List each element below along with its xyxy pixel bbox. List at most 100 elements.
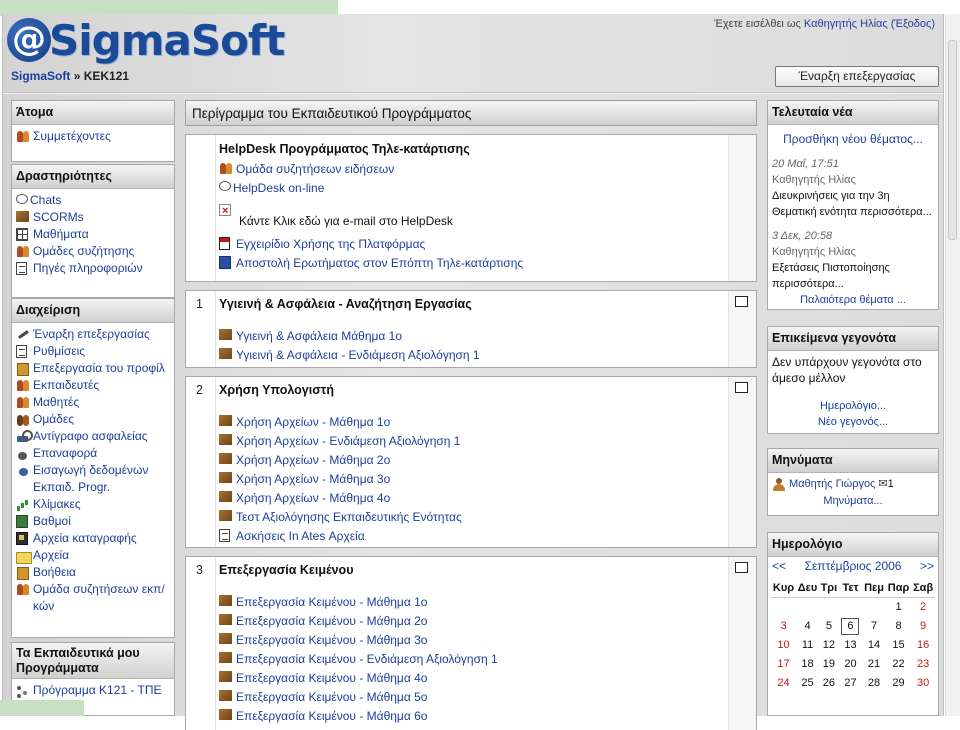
admin-teachers-link[interactable]: Εκπαιδευτές: [16, 377, 170, 394]
news-post-link[interactable]: Διευκρινήσεις για την 3η Θεματική ενότητ…: [772, 188, 934, 220]
activity-lessons-link[interactable]: Μαθήματα: [16, 226, 170, 243]
admin-scales-link[interactable]: Κλίμακες: [16, 496, 170, 513]
calendar-day[interactable]: 28: [862, 674, 886, 693]
news-date: 20 Μαΐ, 17:51: [772, 156, 934, 172]
participants-link[interactable]: Συμμετέχοντες: [16, 128, 170, 145]
calendar-link[interactable]: Ημερολόγιο...: [772, 398, 934, 414]
admin-logs-link[interactable]: Αρχεία καταγραφής: [16, 530, 170, 547]
activity-link[interactable]: Επεξεργασία Κειμένου - Μάθημα 1ο: [219, 593, 726, 612]
activity-chats-link[interactable]: Chats: [16, 192, 170, 209]
admin-backup-link[interactable]: Αντίγραφο ασφαλείας: [16, 428, 170, 445]
news-date-text: 20 Μαΐ, 17:51: [772, 158, 839, 170]
admin-settings-link[interactable]: Ρυθμίσεις: [16, 343, 170, 360]
calendar-day[interactable]: 21: [862, 655, 886, 674]
calendar-prev-month[interactable]: <<: [772, 559, 786, 573]
calendar-day[interactable]: 3: [771, 617, 796, 636]
calendar-weekday: Δευ: [796, 579, 820, 598]
calendar-day[interactable]: 22: [886, 655, 911, 674]
helpdesk-chat-link[interactable]: HelpDesk on-line: [219, 179, 726, 198]
admin-import-link[interactable]: Εισαγωγή δεδομένων Εκπαιδ. Progr.: [16, 462, 170, 496]
activity-scorms-link[interactable]: SCORMs: [16, 209, 170, 226]
site-logo[interactable]: @ SigmaSoft: [7, 16, 285, 65]
calendar-day[interactable]: 17: [771, 655, 796, 674]
calendar-day[interactable]: 8: [886, 617, 911, 636]
admin-label: Μαθητές: [33, 395, 80, 409]
admin-grades-link[interactable]: Βαθμοί: [16, 513, 170, 530]
breadcrumb-home-link[interactable]: SigmaSoft: [11, 69, 70, 83]
activity-link[interactable]: Επεξεργασία Κειμένου - Μάθημα 3ο: [219, 631, 726, 650]
turn-editing-on-button[interactable]: Έναρξη επεξεργασίας: [775, 66, 939, 87]
calendar-day[interactable]: 16: [911, 636, 935, 655]
activity-link[interactable]: Υγιεινή & Ασφάλεια Μάθημα 1ο: [219, 327, 726, 346]
activity-resources-link[interactable]: Πηγές πληροφοριών: [16, 260, 170, 277]
calendar-day[interactable]: 10: [771, 636, 796, 655]
activity-link[interactable]: Χρήση Αρχείων - Μάθημα 3ο: [219, 470, 726, 489]
calendar-day[interactable]: 2: [911, 598, 935, 617]
backup-icon: [16, 430, 33, 443]
admin-groups-link[interactable]: Ομάδες: [16, 411, 170, 428]
activity-link[interactable]: Υγιεινή & Ασφάλεια - Ενδιάμεση Αξιολόγησ…: [219, 346, 726, 365]
calendar-day[interactable]: 25: [796, 674, 819, 693]
calendar-day[interactable]: 19: [819, 655, 839, 674]
news-post-link[interactable]: Εξετάσεις Πιστοποίησης περισσότερα...: [772, 260, 934, 292]
section-checkbox[interactable]: [735, 382, 748, 393]
course-k121-link[interactable]: Πρόγραμμα Κ121 - ΤΠΕ: [16, 682, 170, 699]
calendar-day[interactable]: 11: [796, 636, 819, 655]
calendar-day[interactable]: 4: [796, 617, 819, 636]
activity-forums-link[interactable]: Ομάδες συζήτησης: [16, 243, 170, 260]
activity-link[interactable]: Επεξεργασία Κειμένου - Μάθημα 4ο: [219, 669, 726, 688]
section-checkbox[interactable]: [735, 296, 748, 307]
add-new-topic-link[interactable]: Προσθήκη νέου θέματος...: [772, 130, 934, 148]
calendar-day[interactable]: 1: [886, 598, 911, 617]
new-event-link[interactable]: Νέο γεγονός...: [772, 414, 934, 430]
calendar-day[interactable]: 6: [839, 617, 863, 636]
calendar-day[interactable]: 12: [819, 636, 839, 655]
admin-help-link[interactable]: Βοήθεια: [16, 564, 170, 581]
activities-block-title: Δραστηριότητες: [12, 165, 174, 189]
section-checkbox[interactable]: [735, 562, 748, 573]
login-user-link[interactable]: Καθηγητής Ηλίας: [804, 18, 888, 30]
admin-teacher-forum-link[interactable]: Ομάδα συζητήσεων εκπ/κών: [16, 581, 170, 615]
admin-restore-link[interactable]: Επαναφορά: [16, 445, 170, 462]
platform-manual-link[interactable]: Εγχειρίδιο Χρήσης της Πλατφόρμας: [219, 235, 726, 254]
activity-link[interactable]: Επεξεργασία Κειμένου - Μάθημα 5ο: [219, 688, 726, 707]
calendar-day[interactable]: 27: [839, 674, 863, 693]
admin-edit-link[interactable]: Έναρξη επεξεργασίας: [16, 326, 170, 343]
section-item-label: Χρήση Αρχείων - Μάθημα 3ο: [236, 472, 391, 486]
message-sender-link[interactable]: Μαθητής Γιώργος ✉ 1: [772, 476, 934, 493]
ask-supervisor-link[interactable]: Αποστολή Ερωτήματος στον Επόπτη Τηλε-κατ…: [219, 254, 726, 273]
calendar-next-month[interactable]: >>: [920, 559, 934, 573]
calendar-day[interactable]: 30: [911, 674, 935, 693]
admin-students-link[interactable]: Μαθητές: [16, 394, 170, 411]
helpdesk-email-link[interactable]: Κάντε Κλικ εδώ για e-mail στο HelpDesk: [219, 202, 726, 231]
messages-link[interactable]: Μηνύματα...: [772, 493, 934, 509]
activity-link[interactable]: Χρήση Αρχείων - Μάθημα 2ο: [219, 451, 726, 470]
calendar-day[interactable]: 13: [839, 636, 863, 655]
activity-link[interactable]: Χρήση Αρχείων - Μάθημα 4ο: [219, 489, 726, 508]
admin-profile-link[interactable]: Επεξεργασία του προφίλ: [16, 360, 170, 377]
activity-link[interactable]: Επεξεργασία Κειμένου - Μάθημα 2ο: [219, 612, 726, 631]
calendar-day[interactable]: 15: [886, 636, 911, 655]
calendar-day[interactable]: 23: [911, 655, 935, 674]
calendar-day[interactable]: 5: [819, 617, 839, 636]
calendar-day[interactable]: 9: [911, 617, 935, 636]
calendar-day[interactable]: 24: [771, 674, 796, 693]
calendar-day[interactable]: 29: [886, 674, 911, 693]
admin-files-link[interactable]: Αρχεία: [16, 547, 170, 564]
activity-link[interactable]: Επεξεργασία Κειμένου - Μάθημα 6ο: [219, 707, 726, 726]
activity-link[interactable]: Επεξεργασία Κειμένου - Ενδιάμεση Αξιολόγ…: [219, 650, 726, 669]
calendar-day[interactable]: 18: [796, 655, 819, 674]
older-topics-link[interactable]: Παλαιότερα θέματα ...: [772, 292, 934, 308]
news-forum-link[interactable]: Ομάδα συζητήσεων ειδήσεων: [219, 160, 726, 179]
activity-link[interactable]: Τεστ Αξιολόγησης Εκπαιδευτικής Ενότητας: [219, 508, 726, 527]
calendar-day[interactable]: 7: [862, 617, 886, 636]
calendar-day[interactable]: 26: [819, 674, 839, 693]
resource-link[interactable]: Ασκήσεις In Ates Αρχεία: [219, 527, 726, 546]
calendar-month-label[interactable]: Σεπτέμβριος 2006: [805, 559, 902, 573]
logout-link[interactable]: (Έξοδος): [891, 18, 935, 30]
activity-link[interactable]: Χρήση Αρχείων - Μάθημα 1ο: [219, 413, 726, 432]
activity-link[interactable]: Χρήση Αρχείων - Ενδιάμεση Αξιολόγηση 1: [219, 432, 726, 451]
calendar-day[interactable]: 14: [862, 636, 886, 655]
calendar-day[interactable]: 20: [839, 655, 863, 674]
scrollbar-thumb[interactable]: [948, 40, 957, 240]
